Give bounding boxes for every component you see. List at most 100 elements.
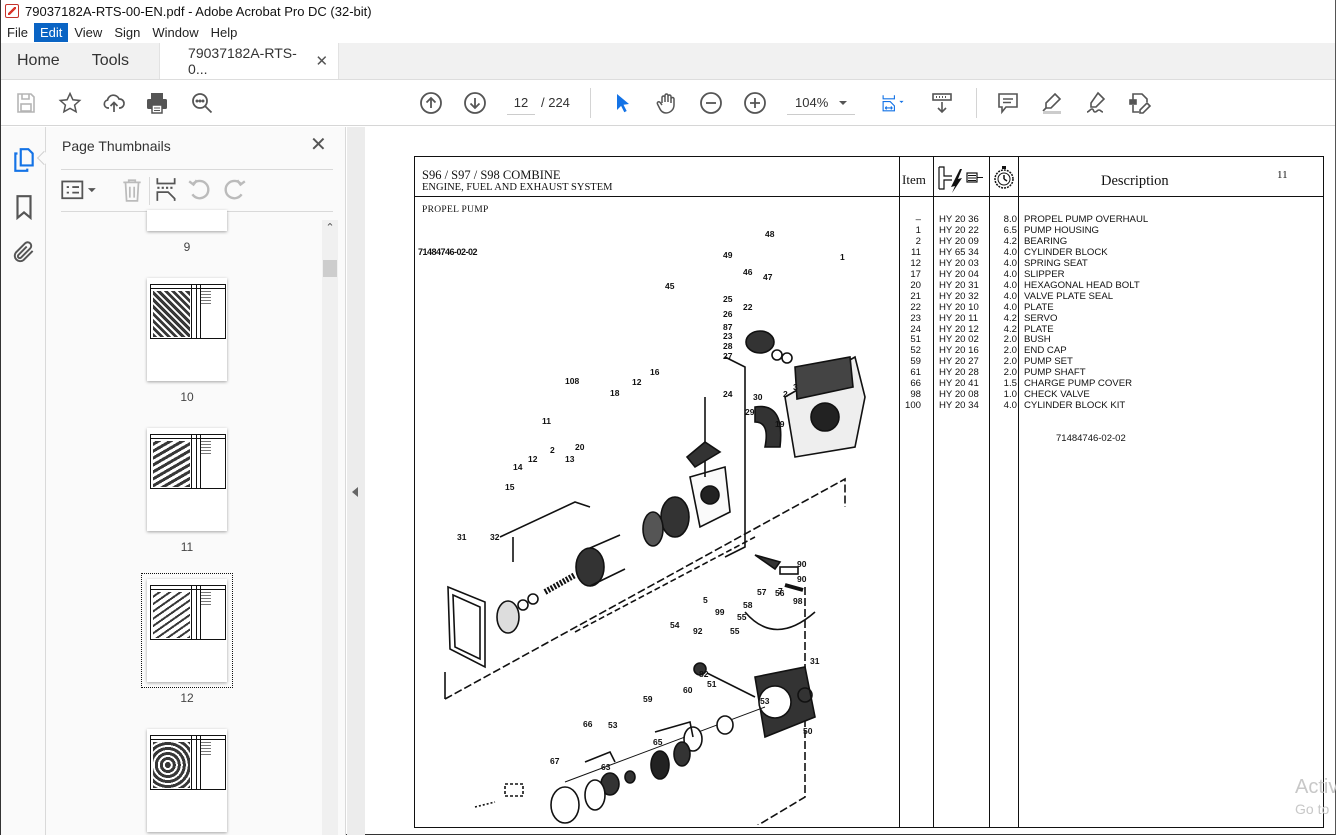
menu-help[interactable]: Help bbox=[205, 23, 244, 42]
menu-file[interactable]: File bbox=[1, 23, 34, 42]
toolbar-divider bbox=[976, 88, 977, 118]
parts-row: 17 HY 20 04 4.0 SLIPPER bbox=[901, 269, 1321, 280]
rotate-clockwise-icon[interactable] bbox=[221, 177, 247, 203]
thumbnail-page-13[interactable] bbox=[147, 729, 227, 832]
sign-icon[interactable] bbox=[1083, 90, 1109, 116]
diagram-callout: 26 bbox=[723, 309, 733, 319]
diagram-callout: 108 bbox=[565, 376, 579, 386]
diagram-callout: 29 bbox=[745, 407, 755, 417]
diagram-callout: 11 bbox=[542, 416, 551, 426]
part-item-number: 20 bbox=[910, 279, 921, 291]
menu-view[interactable]: View bbox=[68, 23, 108, 42]
insert-page-icon[interactable] bbox=[153, 177, 179, 203]
propel-pump-exploded-diagram: 484946 47145252687232827222324 3029108 1216… bbox=[444, 229, 866, 825]
document-view[interactable]: S96 / S97 / S98 COMBINE ENGINE, FUEL AND… bbox=[365, 127, 1335, 834]
delete-page-icon[interactable] bbox=[119, 177, 145, 203]
tab-tools[interactable]: Tools bbox=[76, 43, 145, 79]
menu-window[interactable]: Window bbox=[146, 23, 204, 42]
diagram-callout: 63 bbox=[601, 762, 611, 772]
part-item-number: 24 bbox=[910, 323, 921, 335]
page-total: / 224 bbox=[541, 95, 570, 110]
thumbnail-page-12[interactable]: 12 bbox=[141, 573, 233, 705]
part-hours: 8.0 bbox=[1003, 214, 1017, 225]
bookmarks-icon[interactable] bbox=[11, 194, 37, 220]
diagram-callout: 30 bbox=[753, 392, 763, 402]
parts-row: 23 HY 20 11 4.2 SERVO bbox=[901, 313, 1321, 324]
fit-page-icon[interactable] bbox=[875, 90, 911, 116]
part-hours: 4.0 bbox=[1003, 279, 1017, 291]
print-icon[interactable] bbox=[144, 90, 170, 116]
title-bar: 79037182A-RTS-00-EN.pdf - Adobe Acrobat … bbox=[1, 0, 1335, 22]
stopwatch-icon bbox=[994, 166, 1014, 189]
panel-splitter[interactable] bbox=[347, 127, 365, 835]
part-description: SPRING SEAT bbox=[1024, 257, 1088, 269]
part-hours: 2.0 bbox=[1003, 334, 1017, 346]
menu-edit[interactable]: Edit bbox=[33, 23, 69, 42]
thumbnail-options-icon[interactable] bbox=[60, 177, 98, 203]
diagram-callout: 22 bbox=[743, 302, 753, 312]
previous-page-icon[interactable] bbox=[418, 90, 444, 116]
highlight-icon[interactable] bbox=[1039, 90, 1065, 116]
thumbnail-label: 11 bbox=[180, 540, 194, 554]
part-description: PUMP SHAFT bbox=[1024, 367, 1086, 379]
part-hours: 4.2 bbox=[1003, 235, 1017, 247]
part-description: SERVO bbox=[1024, 312, 1058, 324]
zoom-level-dropdown[interactable]: 104% bbox=[787, 91, 855, 115]
zoom-out-icon[interactable] bbox=[698, 90, 724, 116]
thumbnail-image bbox=[147, 729, 227, 832]
part-repair-code: HY 20 32 bbox=[939, 290, 979, 302]
diagram-callout: 54 bbox=[670, 620, 680, 630]
thumbnail-label: 12 bbox=[180, 691, 194, 705]
part-hours: 6.5 bbox=[1003, 224, 1017, 236]
comment-icon[interactable] bbox=[995, 90, 1021, 116]
select-tool-icon[interactable] bbox=[610, 90, 636, 116]
part-description: BUSH bbox=[1024, 334, 1051, 346]
zoom-in-icon[interactable] bbox=[742, 90, 768, 116]
cloud-upload-icon[interactable] bbox=[101, 90, 127, 116]
diagram-callout: 20 bbox=[575, 442, 585, 452]
search-zoom-icon[interactable] bbox=[189, 90, 215, 116]
next-page-icon[interactable] bbox=[462, 90, 488, 116]
thumbnail-page-10[interactable]: 10 bbox=[147, 278, 227, 404]
scrollbar-thumb[interactable] bbox=[323, 260, 337, 277]
diagram-callout: 19 bbox=[775, 419, 785, 429]
tab-document[interactable]: 79037182A-RTS-0... ✕ bbox=[159, 43, 340, 79]
page-thumbnails-icon[interactable] bbox=[11, 147, 37, 173]
part-item-number: 17 bbox=[910, 268, 921, 280]
collapse-panel-icon[interactable] bbox=[352, 487, 358, 497]
diagram-callout: 31 bbox=[810, 656, 820, 666]
page-number-input[interactable]: 12 bbox=[507, 91, 535, 115]
part-description: CYLINDER BLOCK KIT bbox=[1024, 400, 1126, 412]
attachments-icon[interactable] bbox=[11, 239, 37, 265]
part-item-number: 2 bbox=[915, 235, 921, 247]
parts-row: 59 HY 20 27 2.0 PUMP SET bbox=[901, 356, 1321, 367]
rotate-counterclockwise-icon[interactable] bbox=[187, 177, 213, 203]
scroll-up-icon[interactable]: ⌃ bbox=[322, 220, 338, 236]
save-icon[interactable] bbox=[13, 90, 39, 116]
diagram-callout: 99 bbox=[715, 607, 725, 617]
close-tab-icon[interactable]: ✕ bbox=[315, 52, 328, 70]
part-description: CYLINDER BLOCK bbox=[1024, 246, 1108, 258]
menu-sign[interactable]: Sign bbox=[108, 23, 146, 42]
part-item-number: 100 bbox=[904, 400, 921, 412]
edit-pdf-icon[interactable] bbox=[1127, 90, 1153, 116]
thumbnail-page-11[interactable]: 11 bbox=[147, 428, 227, 554]
thumbnail-label: 10 bbox=[180, 390, 194, 404]
part-item-number: 66 bbox=[910, 378, 921, 390]
part-description: END CAP bbox=[1024, 345, 1067, 357]
tab-home[interactable]: Home bbox=[1, 43, 76, 79]
parts-row: 11 HY 65 34 4.0 CYLINDER BLOCK bbox=[901, 247, 1321, 258]
diagram-callout: 53 bbox=[760, 696, 770, 706]
part-item-number: 98 bbox=[910, 389, 921, 401]
divider bbox=[61, 169, 333, 170]
close-panel-icon[interactable]: ✕ bbox=[310, 135, 327, 155]
part-repair-code: HY 20 12 bbox=[939, 323, 979, 335]
bookmark-star-icon[interactable] bbox=[57, 90, 83, 116]
diagram-callout: 2 bbox=[783, 389, 788, 399]
hand-tool-icon[interactable] bbox=[654, 90, 680, 116]
scroll-mode-icon[interactable] bbox=[929, 90, 955, 116]
thumbnail-page-9[interactable]: 9 bbox=[147, 210, 227, 254]
diagram-callout: 45 bbox=[665, 281, 675, 291]
thumbnails-scrollbar[interactable]: ⌃ bbox=[322, 220, 338, 835]
diagram-callout: 14 bbox=[513, 462, 523, 472]
